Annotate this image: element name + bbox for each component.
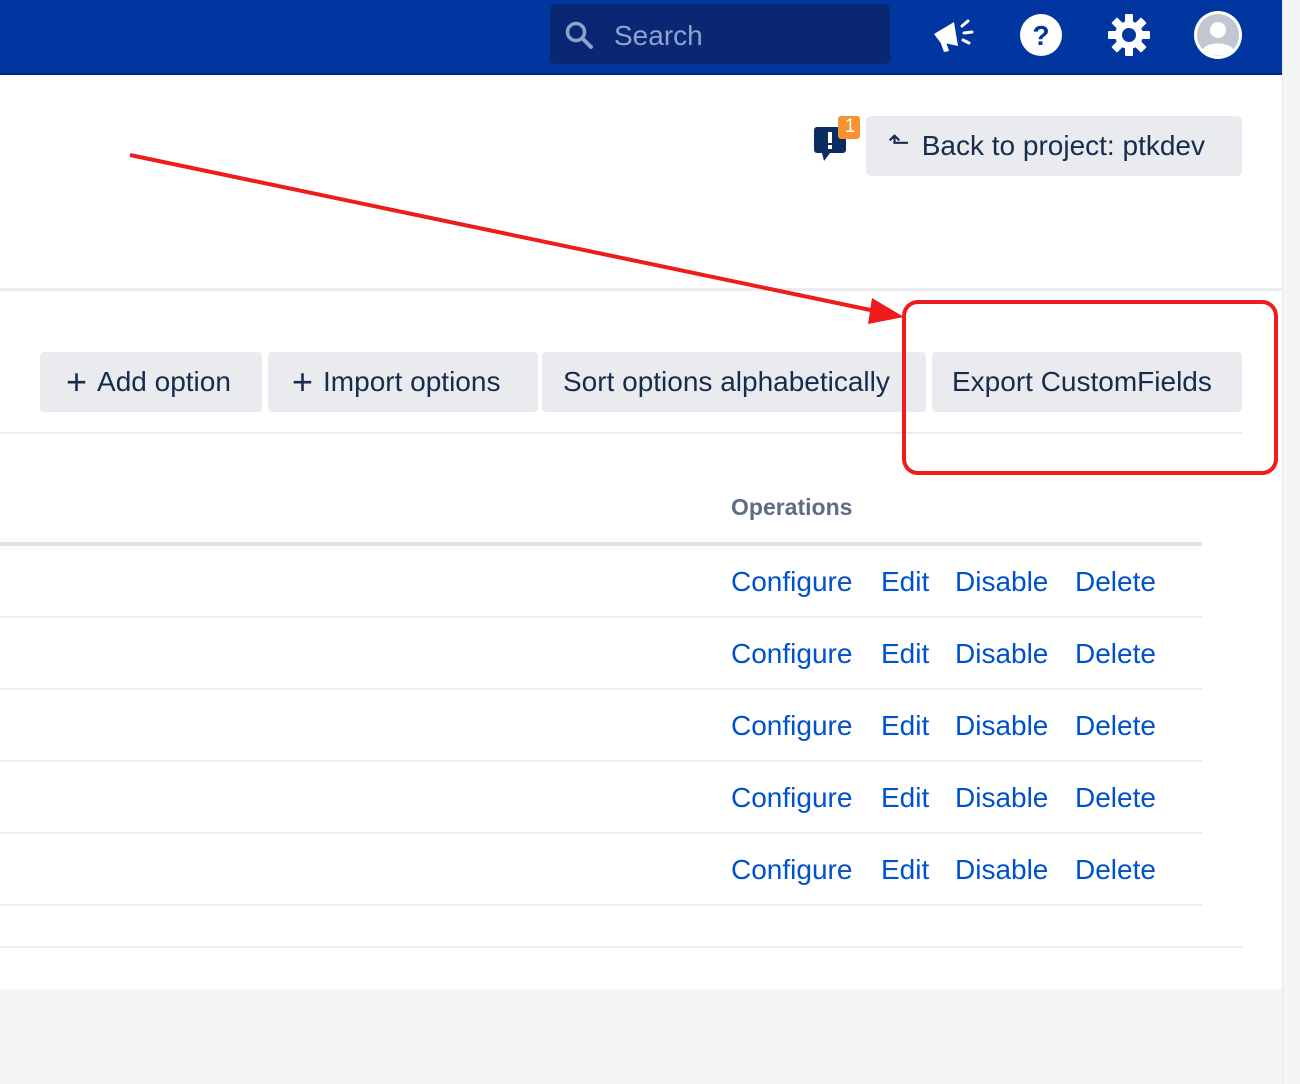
- divider: [0, 432, 1242, 434]
- configure-link[interactable]: Configure: [731, 566, 852, 598]
- plus-icon: +: [66, 361, 88, 402]
- configure-link[interactable]: Configure: [731, 710, 852, 742]
- table-row: Configure Edit Disable Delete: [0, 834, 1202, 906]
- import-options-label: Import options: [323, 366, 501, 397]
- edit-link[interactable]: Edit: [881, 782, 929, 814]
- table-row: Configure Edit Disable Delete: [0, 618, 1202, 690]
- export-customfields-label: Export CustomFields: [952, 366, 1212, 397]
- table-row: Configure Edit Disable Delete: [0, 690, 1202, 762]
- return-arrow-icon: ⬑: [888, 126, 910, 157]
- feedback-badge-count: 1: [844, 116, 856, 137]
- configure-link[interactable]: Configure: [731, 782, 852, 814]
- top-navigation-bar: Search ?: [0, 0, 1282, 75]
- back-to-project-button[interactable]: ⬑ Back to project: ptkdev: [866, 116, 1242, 176]
- gear-icon[interactable]: [1106, 12, 1152, 58]
- page-gutter: [1282, 0, 1300, 1084]
- delete-link[interactable]: Delete: [1075, 782, 1156, 814]
- operations-column-header: Operations: [731, 494, 853, 520]
- search-placeholder: Search: [614, 20, 703, 51]
- disable-link[interactable]: Disable: [955, 566, 1048, 598]
- back-to-project-label: Back to project: ptkdev: [921, 130, 1205, 161]
- import-options-button[interactable]: + Import options: [268, 352, 538, 412]
- divider: [0, 288, 1282, 291]
- table-row: Configure Edit Disable Delete: [0, 762, 1202, 834]
- configure-link[interactable]: Configure: [731, 638, 852, 670]
- disable-link[interactable]: Disable: [955, 782, 1048, 814]
- search-box[interactable]: Search: [550, 4, 890, 64]
- configure-link[interactable]: Configure: [731, 854, 852, 886]
- divider: [0, 946, 1242, 948]
- add-option-button[interactable]: + Add option: [40, 352, 262, 412]
- delete-link[interactable]: Delete: [1075, 638, 1156, 670]
- disable-link[interactable]: Disable: [955, 854, 1048, 886]
- sort-alphabetically-label: Sort options alphabetically: [563, 366, 890, 397]
- avatar[interactable]: [1194, 11, 1242, 59]
- add-option-label: Add option: [97, 366, 231, 397]
- disable-link[interactable]: Disable: [955, 638, 1048, 670]
- edit-link[interactable]: Edit: [881, 854, 929, 886]
- delete-link[interactable]: Delete: [1075, 710, 1156, 742]
- edit-link[interactable]: Edit: [881, 566, 929, 598]
- svg-text:?: ?: [1032, 20, 1049, 51]
- delete-link[interactable]: Delete: [1075, 854, 1156, 886]
- table-row: Configure Edit Disable Delete: [0, 546, 1202, 618]
- edit-link[interactable]: Edit: [881, 710, 929, 742]
- export-customfields-button[interactable]: Export CustomFields: [932, 352, 1242, 412]
- plus-icon: +: [292, 361, 314, 402]
- search-icon: [565, 21, 593, 49]
- edit-link[interactable]: Edit: [881, 638, 929, 670]
- help-icon[interactable]: ?: [1018, 12, 1064, 58]
- delete-link[interactable]: Delete: [1075, 566, 1156, 598]
- megaphone-icon[interactable]: [930, 12, 976, 58]
- disable-link[interactable]: Disable: [955, 710, 1048, 742]
- sort-alphabetically-button[interactable]: Sort options alphabetically: [542, 352, 926, 412]
